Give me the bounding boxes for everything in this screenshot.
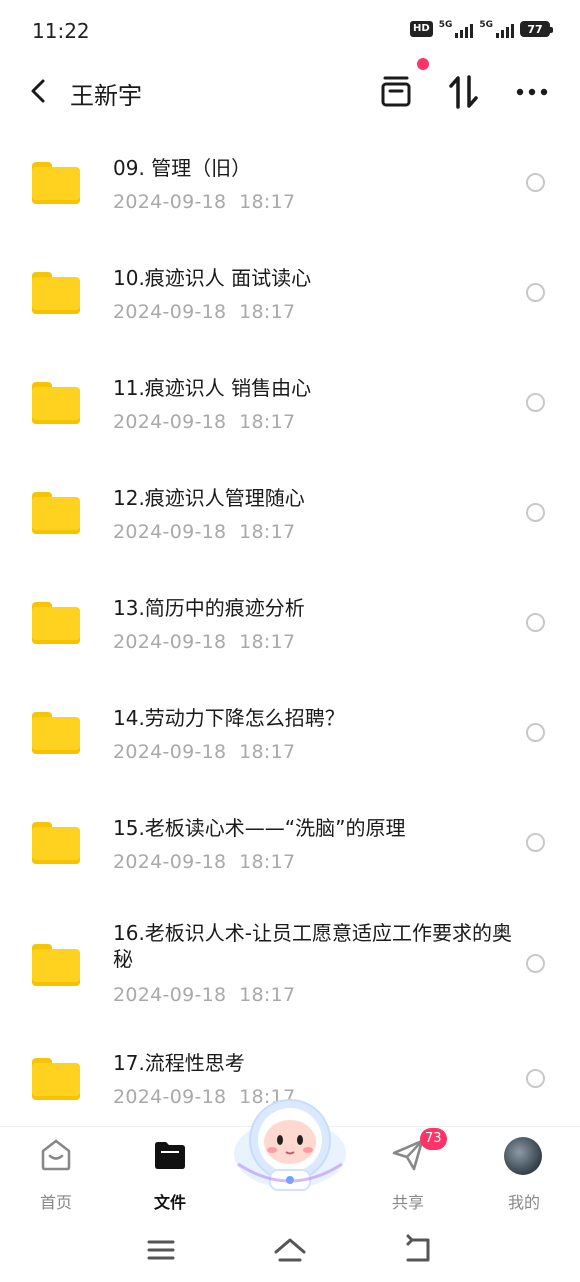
file-row[interactable]: 16.老板识人术-让员工愿意适应工作要求的奥秘 2024-09-18 18:17	[0, 898, 580, 1036]
notification-dot	[417, 58, 429, 70]
folder-icon	[32, 602, 80, 644]
folder-icon	[32, 822, 80, 864]
sim1-network-label: 5G	[438, 20, 453, 30]
back-icon	[31, 79, 45, 103]
menu-icon	[147, 1240, 175, 1260]
file-name: 09. 管理（旧）	[113, 156, 252, 180]
back-button[interactable]	[24, 76, 54, 106]
folder-icon	[32, 162, 80, 204]
mascot-icon	[234, 1099, 346, 1191]
transfer-list-button[interactable]	[376, 72, 416, 112]
file-name: 17.流程性思考	[113, 1051, 245, 1075]
nav-mine[interactable]: 我的	[484, 1135, 564, 1212]
nav-home-label: 首页	[39, 1193, 72, 1212]
signal-icon-sim1: 5G	[439, 20, 474, 38]
select-radio[interactable]	[526, 833, 545, 852]
file-row[interactable]: 13.简历中的痕迹分析 2024-09-18 18:17	[0, 568, 580, 678]
sort-button[interactable]	[444, 72, 484, 112]
battery-icon: 77	[520, 21, 553, 37]
signal-icon-sim2: 5G	[479, 20, 514, 38]
folder-icon	[32, 712, 80, 754]
more-icon	[516, 88, 548, 96]
status-icons: HD 5G 5G 77	[410, 20, 553, 38]
file-date: 2024-09-18 18:17	[113, 191, 296, 213]
more-button[interactable]	[512, 72, 552, 112]
status-time: 11:22	[32, 19, 90, 43]
hd-icon: HD	[410, 21, 433, 37]
system-nav-bar	[0, 1216, 580, 1282]
file-date: 2024-09-18 18:17	[113, 411, 296, 433]
home-button[interactable]	[272, 1232, 308, 1268]
share-count-badge: 73	[420, 1128, 447, 1150]
folder-icon	[32, 1058, 80, 1100]
file-date: 2024-09-18 18:17	[113, 521, 296, 543]
nav-mine-label: 我的	[507, 1193, 540, 1212]
sim2-network-label: 5G	[479, 20, 493, 30]
home-icon	[41, 1139, 71, 1171]
file-row[interactable]: 12.痕迹识人管理随心 2024-09-18 18:17	[0, 458, 580, 568]
file-name: 13.简历中的痕迹分析	[113, 596, 305, 620]
file-name: 11.痕迹识人 销售由心	[113, 376, 312, 400]
page-header: 王新宇	[0, 58, 580, 122]
assistant-mascot-button[interactable]	[232, 1094, 348, 1194]
file-name: 12.痕迹识人管理随心	[113, 486, 305, 510]
file-date: 2024-09-18 18:17	[113, 631, 296, 653]
file-row[interactable]: 14.劳动力下降怎么招聘？ 2024-09-18 18:17	[0, 678, 580, 788]
status-bar: 11:22 HD 5G 5G 77	[0, 0, 580, 62]
recent-apps-button[interactable]	[143, 1232, 179, 1268]
file-date: 2024-09-18 18:17	[113, 301, 296, 323]
file-date: 2024-09-18 18:17	[113, 984, 296, 1006]
select-radio[interactable]	[526, 613, 545, 632]
select-radio[interactable]	[526, 393, 545, 412]
file-name: 16.老板识人术-让员工愿意适应工作要求的奥秘	[113, 921, 513, 971]
select-radio[interactable]	[526, 723, 545, 742]
folder-icon	[32, 944, 80, 986]
file-name: 14.劳动力下降怎么招聘？	[113, 706, 345, 730]
file-date: 2024-09-18 18:17	[113, 851, 296, 873]
file-row[interactable]: 15.老板读心术——“洗脑”的原理 2024-09-18 18:17	[0, 788, 580, 898]
avatar	[504, 1137, 542, 1175]
nav-home[interactable]: 首页	[16, 1135, 96, 1212]
select-radio[interactable]	[526, 954, 545, 973]
file-name: 10.痕迹识人 面试读心	[113, 266, 312, 290]
nav-share-label: 共享	[391, 1193, 424, 1212]
file-row[interactable]: 11.痕迹识人 销售由心 2024-09-18 18:17	[0, 348, 580, 458]
file-row[interactable]: 09. 管理（旧） 2024-09-18 18:17	[0, 128, 580, 238]
page-title: 王新宇	[70, 82, 142, 110]
select-radio[interactable]	[526, 173, 545, 192]
select-radio[interactable]	[526, 283, 545, 302]
transfer-list-icon	[381, 76, 411, 107]
home-nav-icon	[274, 1238, 306, 1262]
folder-icon	[32, 272, 80, 314]
folder-icon	[32, 492, 80, 534]
sort-icon	[449, 75, 478, 109]
file-name: 15.老板读心术——“洗脑”的原理	[113, 816, 406, 840]
select-radio[interactable]	[526, 503, 545, 522]
nav-files[interactable]: 文件	[130, 1135, 210, 1212]
nav-files-label: 文件	[153, 1193, 186, 1212]
return-icon	[406, 1234, 430, 1262]
select-radio[interactable]	[526, 1069, 545, 1088]
folder-icon	[32, 382, 80, 424]
file-date: 2024-09-18 18:17	[113, 741, 296, 763]
folder-nav-icon	[155, 1142, 185, 1169]
back-system-button[interactable]	[400, 1232, 436, 1268]
file-row[interactable]: 10.痕迹识人 面试读心 2024-09-18 18:17	[0, 238, 580, 348]
